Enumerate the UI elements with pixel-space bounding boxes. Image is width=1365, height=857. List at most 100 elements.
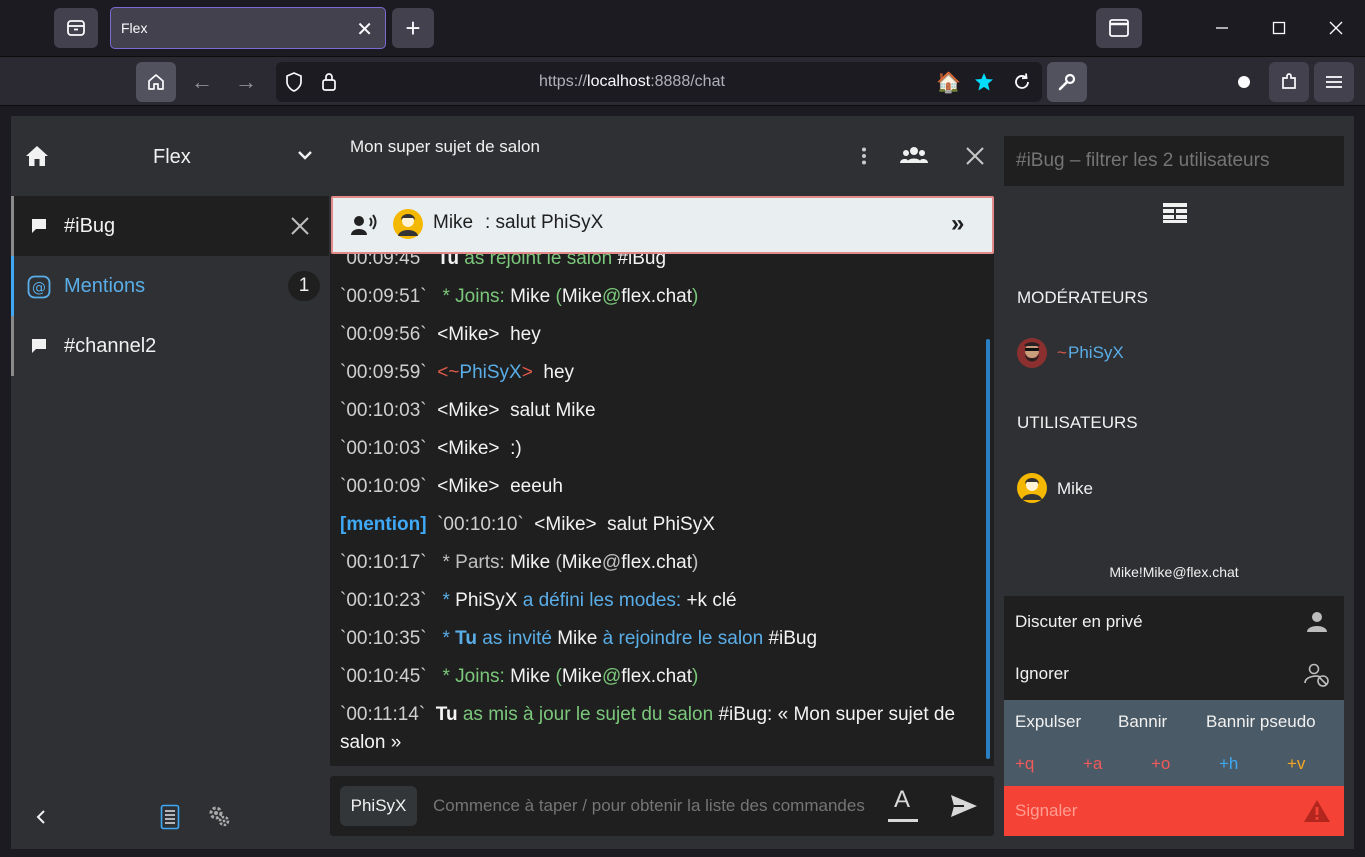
arrow-left-icon: ←: [191, 69, 213, 94]
host: flex.chat: [621, 666, 692, 687]
message-row: `00:10:17` * Parts: Mike (Mike@flex.chat…: [340, 552, 698, 574]
url-path: :8888/chat: [650, 73, 725, 90]
recording-indicator[interactable]: [1224, 62, 1264, 102]
paren-close: ): [691, 552, 699, 573]
timestamp: `00:10:45`: [340, 666, 427, 687]
devtools-button[interactable]: [1047, 62, 1087, 102]
mode-v-button[interactable]: +v: [1287, 754, 1305, 774]
message-row: [mention] `00:10:10` <Mike> salut PhiSyX: [340, 514, 715, 536]
nick[interactable]: <Mike>: [437, 438, 499, 459]
user-filter-input[interactable]: [1004, 136, 1344, 186]
send-icon[interactable]: [950, 794, 978, 818]
pinned-message-banner[interactable]: Mike : salut PhiSyX »: [331, 196, 994, 254]
scrollbar[interactable]: [986, 339, 990, 759]
maximize-button[interactable]: [1257, 8, 1301, 48]
svg-text:@: @: [32, 280, 46, 296]
close-icon[interactable]: [965, 146, 985, 166]
selected-hostmask: Mike!Mike@flex.chat: [1109, 564, 1239, 580]
list-icon[interactable]: [160, 804, 180, 830]
nick[interactable]: PhiSyX: [459, 362, 521, 383]
wrench-icon: [1058, 73, 1076, 91]
reload-icon[interactable]: [1012, 72, 1032, 92]
ban-nick-button[interactable]: Bannir pseudo: [1206, 712, 1316, 732]
event-star: *: [442, 666, 450, 687]
room-topic: Mon super sujet de salon: [350, 137, 540, 156]
browser-tab-bar: Flex ✕ +: [0, 0, 1365, 56]
event-text: a défini les modes:: [522, 590, 682, 611]
message-row: `00:10:35` * Tu as invité Mike à rejoind…: [340, 628, 817, 650]
double-chevron-right-icon[interactable]: »: [951, 210, 964, 238]
home-button[interactable]: [136, 62, 176, 102]
settings-icon[interactable]: [207, 804, 231, 828]
nick[interactable]: <Mike>: [437, 324, 499, 345]
minimize-icon: [1216, 27, 1228, 29]
network-header[interactable]: Flex: [11, 116, 329, 196]
host: flex.chat: [621, 286, 692, 307]
nick: Mike: [510, 286, 551, 307]
sidebar-item-mentions[interactable]: @ Mentions 1: [11, 256, 329, 316]
channel-label: #iBug: [64, 215, 116, 237]
kick-button[interactable]: Expulser: [1015, 712, 1081, 732]
browser-tab-flex[interactable]: Flex ✕: [110, 7, 386, 49]
timestamp: `00:10:35`: [340, 628, 427, 649]
sidebar-item-channel2[interactable]: #channel2: [11, 316, 329, 376]
tab-overview-button[interactable]: [54, 8, 98, 48]
chevron-left-icon[interactable]: [35, 809, 47, 825]
current-nick-chip[interactable]: PhiSyX: [340, 786, 417, 826]
nick-prefix: <~: [437, 362, 460, 383]
url-bar[interactable]: https://localhost:8888/chat 🏠: [276, 62, 1042, 102]
user-row-phisyx[interactable]: ~ PhiSyX: [1004, 338, 1344, 368]
report-button[interactable]: Signaler: [1004, 786, 1344, 836]
event-type: Joins:: [455, 286, 505, 307]
nick[interactable]: <Mike>: [437, 476, 499, 497]
ignore-button[interactable]: Ignorer: [1004, 648, 1344, 700]
mode-h-button[interactable]: +h: [1219, 754, 1238, 774]
nick[interactable]: <Mike>: [437, 400, 499, 421]
home-icon[interactable]: [24, 143, 50, 169]
nick[interactable]: <Mike>: [534, 514, 596, 535]
extensions-button[interactable]: [1269, 62, 1309, 102]
timestamp: `00:09:45`: [340, 254, 427, 269]
back-button[interactable]: ←: [182, 62, 222, 102]
chevron-down-icon[interactable]: [297, 149, 313, 161]
event-text: as invité: [482, 628, 552, 649]
mode-a-button[interactable]: +a: [1083, 754, 1102, 774]
event-star: *: [442, 628, 450, 649]
message-row: `00:10:03` <Mike> salut Mike: [340, 400, 596, 422]
user-row-mike[interactable]: Mike: [1004, 473, 1344, 503]
mode-q-button[interactable]: +q: [1015, 754, 1034, 774]
chat-panel: Mon super sujet de salon `00:09:45` Tu a…: [330, 116, 994, 849]
more-vertical-icon[interactable]: [861, 147, 867, 165]
message-input[interactable]: [433, 791, 865, 821]
at-sign: @: [601, 286, 622, 307]
new-tab-button[interactable]: +: [392, 8, 434, 48]
star-icon[interactable]: [974, 72, 994, 92]
shield-icon: [286, 72, 302, 92]
close-icon[interactable]: [290, 216, 310, 236]
message-text: hey: [543, 362, 575, 383]
minimize-button[interactable]: [1200, 8, 1244, 48]
menu-button[interactable]: [1314, 62, 1354, 102]
mode-value: +k clé: [686, 590, 737, 611]
sidebar-item-ibug[interactable]: #iBug: [11, 196, 329, 256]
tab-close-icon[interactable]: ✕: [356, 17, 373, 42]
users-icon[interactable]: [900, 145, 928, 165]
close-icon: [1329, 21, 1343, 35]
close-window-button[interactable]: [1314, 8, 1358, 48]
event-star: *: [442, 552, 450, 573]
message-row: `00:11:14` Tu as mis à jour le sujet du …: [340, 704, 955, 726]
forward-button[interactable]: →: [226, 62, 266, 102]
text-format-button[interactable]: A: [888, 786, 918, 822]
private-chat-button[interactable]: Discuter en privé: [1004, 596, 1344, 648]
plus-icon: +: [405, 12, 421, 43]
timestamp: `00:11:14`: [340, 704, 426, 725]
active-indicator: [11, 196, 14, 256]
list-all-tabs-button[interactable]: [1096, 8, 1142, 48]
mode-o-button[interactable]: +o: [1151, 754, 1170, 774]
house-icon[interactable]: 🏠: [936, 70, 961, 95]
person-block-icon: [1304, 663, 1329, 687]
ban-button[interactable]: Bannir: [1118, 712, 1167, 732]
table-view-icon[interactable]: [1163, 203, 1187, 223]
message-row: `00:09:51` * Joins: Mike (Mike@flex.chat…: [340, 286, 698, 308]
nick: PhiSyX: [455, 590, 518, 611]
